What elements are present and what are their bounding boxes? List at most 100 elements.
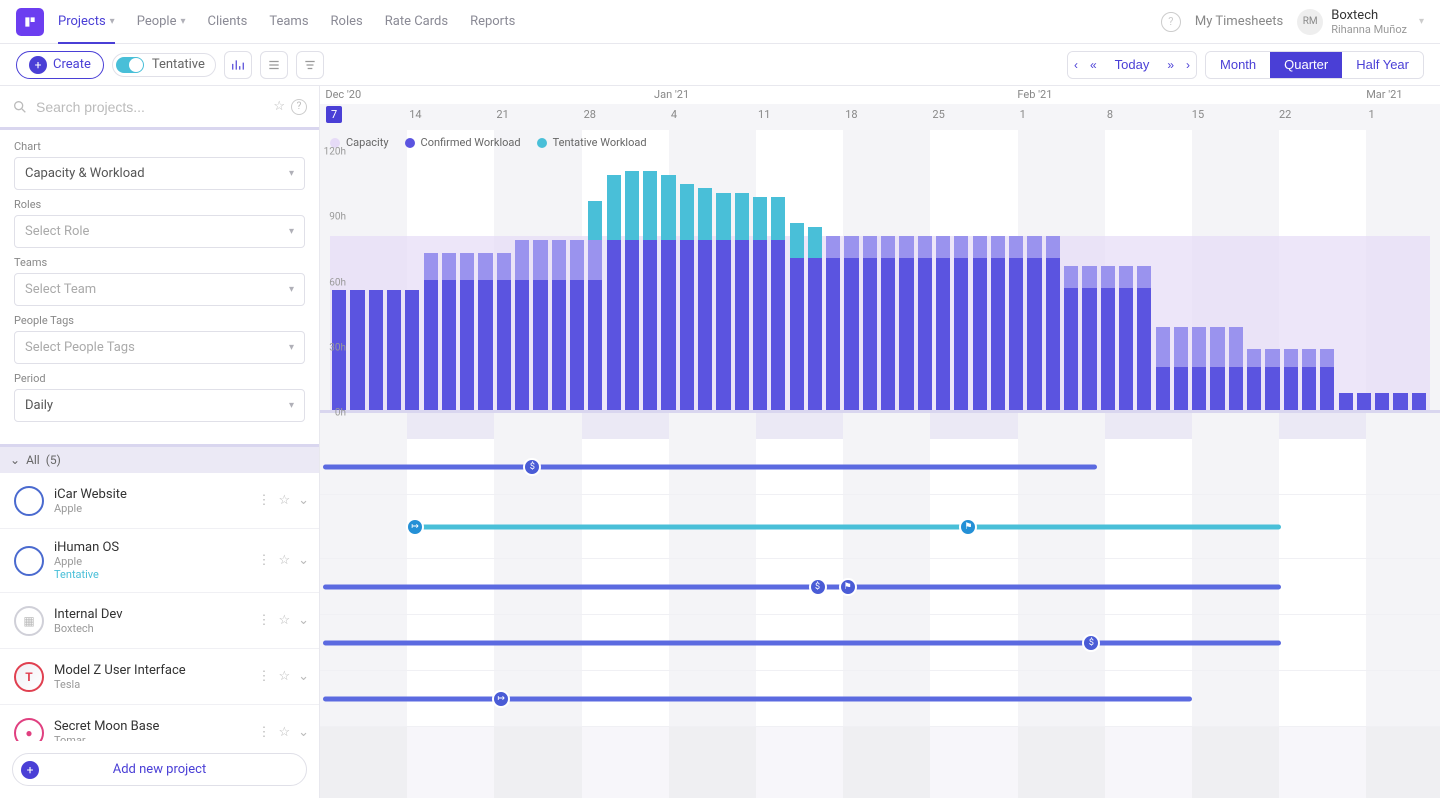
milestone-$[interactable]: $ [1082,634,1100,652]
gantt-bar[interactable] [323,464,1097,469]
nav-tab-people[interactable]: People▾ [137,0,186,43]
projects-header[interactable]: ⌄ All (5) [0,447,319,473]
star-icon[interactable]: ☆ [276,611,292,630]
chevron-down-icon[interactable]: ⌄ [296,667,311,686]
milestone-$[interactable]: $ [523,458,541,476]
month-label: Jan '21 [654,88,689,101]
star-icon[interactable]: ☆ [276,551,292,570]
project-row[interactable]: ● Secret Moon Base Tomar ⋮ ☆ ⌄ [0,705,319,741]
chart-bar [1156,327,1170,410]
chart-filter-label: Chart [14,140,305,153]
user-menu[interactable]: RM Boxtech Rihanna Muñoz ▾ [1297,8,1424,36]
logo-icon [23,15,37,29]
star-icon[interactable]: ☆ [276,491,292,510]
chart-bar [1027,236,1041,410]
roles-filter[interactable]: Select Role▾ [14,215,305,248]
chart-bar [735,193,749,410]
next-button[interactable]: › [1180,51,1196,79]
range-quarter[interactable]: Quarter [1270,52,1342,78]
chevron-down-icon[interactable]: ⌄ [296,611,311,630]
chart-bar [1265,349,1279,410]
app-logo[interactable] [16,8,44,36]
project-title: Internal Dev [54,607,245,622]
milestone-flag[interactable]: ⚑ [839,578,857,596]
add-project-button[interactable]: + Add new project [12,753,307,786]
gantt-bar[interactable] [323,584,1281,589]
prev-fast-button[interactable]: « [1084,51,1103,79]
tentative-toggle[interactable]: Tentative [112,53,216,77]
chart-bar [1082,266,1096,410]
star-icon[interactable]: ☆ [276,723,292,741]
chevron-down-icon[interactable]: ⌄ [296,491,311,510]
chart-bar [1412,393,1426,410]
milestone-start[interactable]: ↦ [406,518,424,536]
project-logo: ● [14,718,44,742]
sort-button[interactable] [296,51,324,79]
filters-panel: Chart Capacity & Workload▾ Roles Select … [0,130,319,447]
project-logo [14,486,44,516]
milestone-$[interactable]: $ [809,578,827,596]
help-small-icon[interactable]: ? [291,99,307,115]
project-row[interactable]: iCar Website Apple ⋮ ☆ ⌄ [0,473,319,529]
nav-tab-teams[interactable]: Teams [269,0,308,43]
day-tick: 14 [409,108,421,121]
chart-filter[interactable]: Capacity & Workload▾ [14,157,305,190]
project-client: Apple [54,555,245,568]
more-icon[interactable]: ⋮ [255,667,272,686]
milestone-start[interactable]: ↦ [492,690,510,708]
chevron-down-icon[interactable]: ⌄ [296,551,311,570]
day-tick: 4 [671,108,677,121]
gantt-bar[interactable] [323,640,1281,645]
milestone-flag[interactable]: ⚑ [959,518,977,536]
chevron-down-icon: ▾ [180,16,185,27]
star-icon[interactable]: ☆ [273,99,285,115]
period-filter[interactable]: Daily▾ [14,389,305,422]
chart-bar [991,236,1005,410]
chart-bar [625,171,639,410]
project-row[interactable]: ▦ Internal Dev Boxtech ⋮ ☆ ⌄ [0,593,319,649]
create-button[interactable]: + Create [16,51,104,79]
list-view-button[interactable] [260,51,288,79]
chart-bar [570,240,584,410]
chart-bar [1009,236,1023,410]
nav-tab-reports[interactable]: Reports [470,0,515,43]
project-client: Tomar [54,734,245,742]
nav-tab-clients[interactable]: Clients [208,0,248,43]
more-icon[interactable]: ⋮ [255,611,272,630]
chart-bar [497,253,511,410]
project-row[interactable]: iHuman OS Apple Tentative ⋮ ☆ ⌄ [0,529,319,593]
chart-view-button[interactable] [224,51,252,79]
my-timesheets-link[interactable]: My Timesheets [1195,14,1283,29]
more-icon[interactable]: ⋮ [255,491,272,510]
day-tick: 22 [1279,108,1291,121]
gantt-row: $ [320,439,1440,495]
help-icon[interactable]: ? [1161,12,1181,32]
more-icon[interactable]: ⋮ [255,723,272,741]
tags-filter[interactable]: Select People Tags▾ [14,331,305,364]
star-icon[interactable]: ☆ [276,667,292,686]
nav-tab-rate-cards[interactable]: Rate Cards [385,0,448,43]
nav-tab-roles[interactable]: Roles [331,0,363,43]
tags-filter-label: People Tags [14,314,305,327]
chevron-down-icon[interactable]: ⌄ [296,723,311,741]
gantt-bar[interactable] [415,524,1281,529]
range-half-year[interactable]: Half Year [1342,52,1423,78]
search-input[interactable] [36,99,265,115]
project-row[interactable]: T Model Z User Interface Tesla ⋮ ☆ ⌄ [0,649,319,705]
user-name: Rihanna Muñoz [1331,23,1407,36]
today-button[interactable]: Today [1103,51,1162,79]
chart-bar [643,171,657,410]
day-tick: 8 [1107,108,1113,121]
teams-filter[interactable]: Select Team▾ [14,273,305,306]
day-tick: 1 [1020,108,1026,121]
range-group: MonthQuarterHalf Year [1205,51,1424,79]
next-fast-button[interactable]: » [1161,51,1180,79]
chart-bar [442,253,456,410]
prev-button[interactable]: ‹ [1068,51,1084,79]
nav-tab-projects[interactable]: Projects▾ [58,0,115,43]
range-month[interactable]: Month [1206,52,1270,78]
gantt-bar[interactable] [323,696,1192,701]
chart-bar [607,175,621,410]
chart-bar [533,240,547,410]
more-icon[interactable]: ⋮ [255,551,272,570]
